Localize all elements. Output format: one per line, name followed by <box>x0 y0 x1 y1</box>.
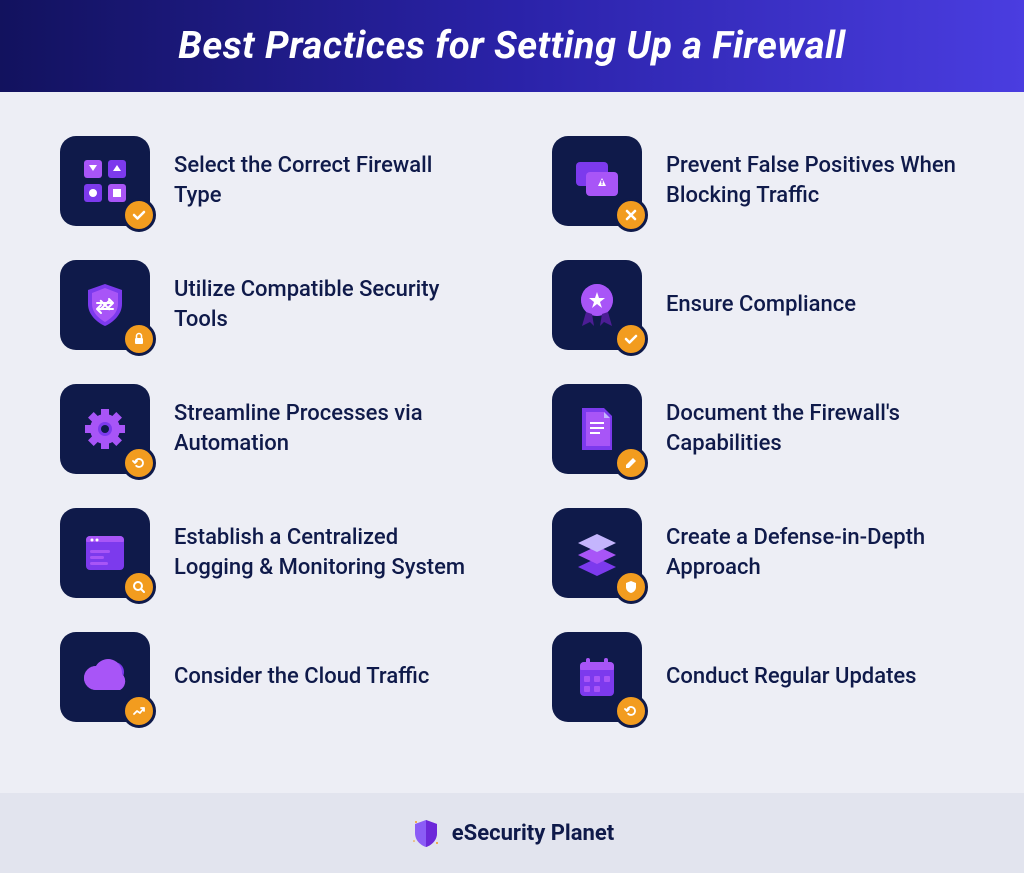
document-icon <box>552 384 642 474</box>
lock-badge-icon <box>122 322 156 356</box>
brand-shield-icon <box>410 817 442 849</box>
practice-item: Streamline Processes via Automation <box>60 384 472 474</box>
check-badge-icon <box>122 198 156 232</box>
practice-label: Consider the Cloud Traffic <box>174 662 429 692</box>
refresh-badge-icon <box>122 446 156 480</box>
practice-item: Conduct Regular Updates <box>552 632 964 722</box>
page-header: Best Practices for Setting Up a Firewall <box>0 0 1024 92</box>
x-badge-icon <box>614 198 648 232</box>
false-positive-icon <box>552 136 642 226</box>
footer-branding: eSecurity Planet <box>0 793 1024 873</box>
compliance-icon <box>552 260 642 350</box>
practice-label: Select the Correct Firewall Type <box>174 151 472 210</box>
practice-item: Select the Correct Firewall Type <box>60 136 472 226</box>
automation-icon <box>60 384 150 474</box>
practice-label: Utilize Compatible Security Tools <box>174 275 472 334</box>
refresh-badge-icon <box>614 694 648 728</box>
practice-item: Establish a Centralized Logging & Monito… <box>60 508 472 598</box>
practice-item: Create a Defense-in-Depth Approach <box>552 508 964 598</box>
practice-item: Ensure Compliance <box>552 260 964 350</box>
practice-label: Create a Defense-in-Depth Approach <box>666 523 964 582</box>
firewall-type-icon <box>60 136 150 226</box>
practice-item: Utilize Compatible Security Tools <box>60 260 472 350</box>
page-title: Best Practices for Setting Up a Firewall <box>178 24 845 68</box>
practice-item: Prevent False Positives When Blocking Tr… <box>552 136 964 226</box>
layers-icon <box>552 508 642 598</box>
practice-label: Prevent False Positives When Blocking Tr… <box>666 151 964 210</box>
pencil-badge-icon <box>614 446 648 480</box>
practice-label: Conduct Regular Updates <box>666 662 917 692</box>
practice-item: Document the Firewall's Capabilities <box>552 384 964 474</box>
brand-name: eSecurity Planet <box>452 821 614 846</box>
security-tools-icon <box>60 260 150 350</box>
shield-badge-icon <box>614 570 648 604</box>
practice-item: Consider the Cloud Traffic <box>60 632 472 722</box>
practices-grid: Select the Correct Firewall Type Prevent… <box>0 92 1024 793</box>
cloud-icon <box>60 632 150 722</box>
trend-badge-icon <box>122 694 156 728</box>
practice-label: Streamline Processes via Automation <box>174 399 472 458</box>
practice-label: Establish a Centralized Logging & Monito… <box>174 523 472 582</box>
practice-label: Document the Firewall's Capabilities <box>666 399 964 458</box>
practice-label: Ensure Compliance <box>666 290 856 320</box>
logging-icon <box>60 508 150 598</box>
check-badge-icon <box>614 322 648 356</box>
calendar-icon <box>552 632 642 722</box>
search-badge-icon <box>122 570 156 604</box>
